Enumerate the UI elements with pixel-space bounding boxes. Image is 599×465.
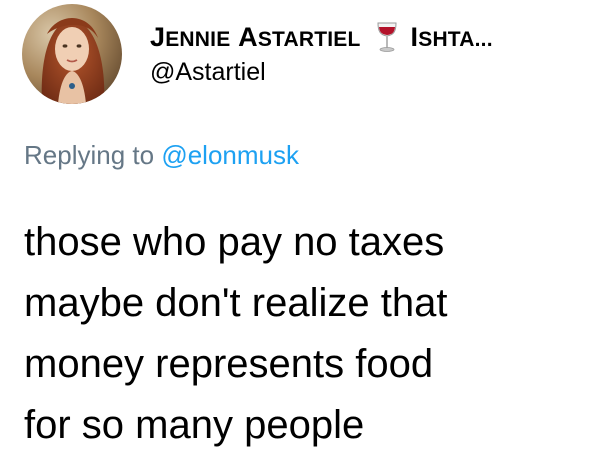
tweet-text-line: those who pay no taxes xyxy=(24,220,445,264)
wine-glass-icon xyxy=(373,21,401,53)
tweet-card: JENNIE ASTARTIEL ISHTA... @Astartiel Rep… xyxy=(0,0,599,465)
display-name-text: JENNIE ASTARTIEL xyxy=(150,21,361,52)
tweet-text: those who pay no taxes maybe don't reali… xyxy=(24,212,584,456)
replying-to-label: Replying to xyxy=(24,140,155,170)
tweet-text-line: maybe don't realize that xyxy=(24,281,448,325)
user-handle[interactable]: @Astartiel xyxy=(150,58,266,87)
reply-mention-link[interactable]: @elonmusk xyxy=(161,140,299,170)
avatar[interactable] xyxy=(22,4,122,104)
display-name[interactable]: JENNIE ASTARTIEL ISHTA... xyxy=(150,20,493,54)
replying-to-line: Replying to @elonmusk xyxy=(24,140,299,171)
avatar-image xyxy=(22,4,122,104)
tweet-text-line: for so many people xyxy=(24,403,365,447)
display-name-second-text: ISHTA... xyxy=(410,21,493,52)
tweet-text-line: money represents food xyxy=(24,342,434,386)
